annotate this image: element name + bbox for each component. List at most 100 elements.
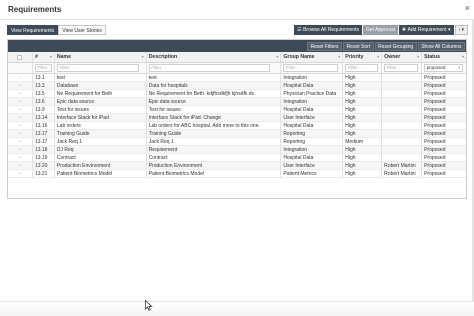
checkbox-box <box>17 54 23 60</box>
grid-toolbar: Reset Filters Reset Sort Reset Grouping … <box>8 40 466 52</box>
cell-name: Training Guide <box>55 130 147 137</box>
table-row[interactable]: ✓ 13.1 test test Integration High Proposed <box>8 74 466 82</box>
cell-owner <box>382 154 423 161</box>
filter-group-input[interactable]: Filter... <box>283 64 338 72</box>
checkmark-icon: ✓ <box>17 106 23 113</box>
dialog-footer <box>0 301 474 316</box>
column-header-label: # <box>34 54 38 60</box>
cell-group: Reporting <box>281 130 344 137</box>
column-header-description[interactable]: Description ▾ <box>147 52 282 62</box>
chevron-down-icon: ▾ <box>447 27 451 33</box>
cell-owner <box>382 106 423 113</box>
dialog-title: Requirements <box>8 5 62 14</box>
sort-arrows-icon: ▾ <box>141 54 144 59</box>
cell-priority: High <box>343 154 383 161</box>
add-requirement-button[interactable]: ✚ Add Requirement ▾ <box>398 25 454 35</box>
cell-group: User Interface <box>281 114 344 121</box>
column-header-label: Group Name <box>283 54 315 60</box>
table-row[interactable]: ✓ 13.21 Patient Biometrics Model Patient Bi… <box>8 170 466 178</box>
cell-name: Database <box>55 82 147 89</box>
table-row[interactable]: ✓ 13.5 Ne Requirement for Beth Ne Requireme… <box>8 90 466 98</box>
table-row[interactable]: ✓ 13.6 Epic data source Epic data source Int… <box>8 98 466 106</box>
cell-priority: High <box>343 98 383 105</box>
cell-num: 13.18 <box>33 146 55 153</box>
filter-cell-owner: Filter... <box>382 63 423 73</box>
column-header-group[interactable]: Group Name ▾ <box>281 52 344 62</box>
cell-status: Proposed <box>424 90 446 97</box>
more-options-button[interactable]: ⁝ ▾ <box>454 25 468 35</box>
table-row[interactable]: ✓ 13.20 Production Environment Production E… <box>8 162 466 170</box>
row-select-cell[interactable]: ✓ <box>8 74 33 81</box>
cell-status: Proposed <box>424 146 446 153</box>
filter-cell-name: Filter... <box>55 63 147 73</box>
reset-grouping-button[interactable]: Reset Grouping <box>374 41 417 51</box>
filter-status-value: proposed <box>426 65 446 70</box>
filter-description-input[interactable]: Filter... <box>148 64 270 72</box>
tab-view-user-stories[interactable]: View User Stories <box>58 25 106 35</box>
row-select-cell[interactable]: ✓ <box>8 162 33 169</box>
row-select-cell[interactable]: ✓ <box>8 122 33 129</box>
table-row[interactable]: ✓ 13.18 DJ Req Requirement Integration High Pr… <box>8 146 466 154</box>
sort-arrows-icon: ▾ <box>49 54 52 59</box>
column-header-status[interactable]: Status ▾ <box>422 52 466 62</box>
cell-num: 13.14 <box>33 114 55 121</box>
cell-group: Integration <box>281 98 344 105</box>
select-all-checkbox[interactable] <box>8 52 33 62</box>
close-icon[interactable]: × <box>465 4 470 13</box>
table-row[interactable]: ✓ 13.17 Training Guide Training Guide Report… <box>8 130 466 138</box>
row-select-cell[interactable]: ✓ <box>8 90 33 97</box>
reset-sort-button[interactable]: Reset Sort <box>343 41 374 51</box>
cell-num: 13.17 <box>33 138 55 145</box>
filter-cell-description: Filter... <box>147 63 282 73</box>
cell-owner <box>382 90 423 97</box>
cell-description: Jack Req 1 <box>147 138 282 145</box>
filter-cell-status: proposed × <box>422 63 466 73</box>
column-header-num[interactable]: # ▾ <box>33 52 55 62</box>
cell-description: Requirement <box>147 146 282 153</box>
filter-name-input[interactable]: Filter... <box>56 64 139 72</box>
row-select-cell[interactable]: ✓ <box>8 138 33 145</box>
clear-filter-icon[interactable]: × <box>458 65 461 71</box>
cell-num: 13.19 <box>33 154 55 161</box>
reset-filters-button[interactable]: Reset Filters <box>306 41 343 51</box>
tab-view-requirements[interactable]: View Requirements <box>7 25 59 35</box>
get-approval-button[interactable]: Get Approval <box>362 25 398 35</box>
row-select-cell[interactable]: ✓ <box>8 82 33 89</box>
row-select-cell[interactable]: ✓ <box>8 114 33 121</box>
table-row[interactable]: ✓ 13.17 Jack Req 1 Jack Req 1 Reporting Mediu… <box>8 138 466 146</box>
row-select-cell[interactable]: ✓ <box>8 154 33 161</box>
row-select-cell[interactable]: ✓ <box>8 130 33 137</box>
table-row[interactable]: ✓ 13.14 Interface Stack for iPad Interface … <box>8 114 466 122</box>
row-select-cell[interactable]: ✓ <box>8 146 33 153</box>
filter-owner-input[interactable]: Filter... <box>384 64 419 72</box>
cell-priority: High <box>343 74 383 81</box>
checkmark-icon: ✓ <box>17 114 23 121</box>
row-select-cell[interactable]: ✓ <box>8 106 33 113</box>
table-row[interactable]: ✓ 13.9 Test for issues Test for issues Hospi… <box>8 106 466 114</box>
table-row[interactable]: ✓ 13.3 Database Data for hospitals Hospital … <box>8 82 466 90</box>
table-row[interactable]: ✓ 13.16 Lab orders Lab orders for ABC hospi… <box>8 122 466 130</box>
mouse-pointer-icon <box>145 300 153 311</box>
cell-description: Lab orders for ABC hospital. Add more to… <box>147 122 282 129</box>
grid-filter-row: Filter... Filter... Filter... Filter... … <box>8 63 466 74</box>
filter-num-input[interactable]: Filter... <box>34 64 53 72</box>
filter-status-input[interactable]: proposed × <box>424 64 463 72</box>
row-select-cell[interactable]: ✓ <box>8 98 33 105</box>
show-all-columns-button[interactable]: Show All Columns <box>417 41 465 51</box>
cell-group: Patient Metrics <box>281 170 344 177</box>
column-header-owner[interactable]: Owner ▾ <box>382 52 423 62</box>
cell-status: Proposed <box>424 74 446 81</box>
filter-priority-input[interactable]: Filter... <box>345 64 379 72</box>
browse-all-requirements-button[interactable]: ☰ Browse All Requirements <box>294 25 362 35</box>
cell-group: User Interface <box>281 162 344 169</box>
table-row[interactable]: ✓ 13.19 Contract Contract Hospital Data High P… <box>8 154 466 162</box>
cell-description: Epic data source <box>147 98 282 105</box>
cell-num: 13.21 <box>33 170 55 177</box>
column-header-priority[interactable]: Priority ▾ <box>343 52 383 62</box>
cell-priority: High <box>343 170 383 177</box>
column-header-name[interactable]: Name ▾ <box>55 52 147 62</box>
row-select-cell[interactable]: ✓ <box>8 170 33 177</box>
cell-num: 13.5 <box>33 90 55 97</box>
cell-description: test <box>147 74 282 81</box>
cell-priority: High <box>343 90 383 97</box>
